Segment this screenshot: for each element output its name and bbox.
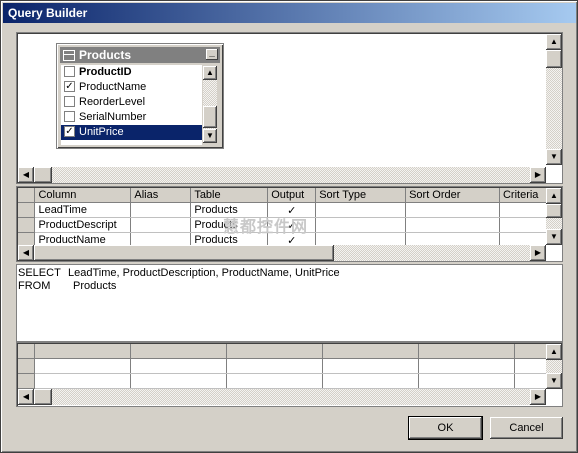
query-builder-window: Query Builder Products _ ProductID ✓ Produ…: [0, 0, 578, 453]
field-checkbox[interactable]: ✓: [64, 126, 75, 137]
sql-select-list: LeadTime, ProductDescription, ProductNam…: [68, 267, 340, 279]
ok-button[interactable]: OK: [408, 416, 483, 440]
grid-cell-sort-order[interactable]: [405, 202, 500, 218]
minimize-table-button[interactable]: _: [206, 48, 218, 60]
results-grid[interactable]: [18, 344, 547, 389]
grid-column-header[interactable]: Column: [34, 188, 132, 203]
sql-from-table: Products: [73, 280, 117, 292]
field-name: ProductID: [79, 66, 132, 78]
field-name: ReorderLevel: [79, 96, 146, 108]
grid-cell-column[interactable]: ProductName: [34, 232, 132, 245]
grid-corner-header: [18, 188, 36, 203]
field-row[interactable]: SerialNumber: [61, 110, 202, 125]
results-vscroll-track[interactable]: [546, 360, 562, 373]
grid-cell-column[interactable]: ProductDescript: [34, 217, 132, 233]
grid-cell-column[interactable]: LeadTime: [34, 202, 132, 218]
grid-scroll-right-button[interactable]: ▶: [530, 245, 546, 261]
grid-row-header[interactable]: [18, 202, 36, 218]
results-scroll-left-button[interactable]: ◀: [18, 389, 34, 405]
field-name: UnitPrice: [79, 126, 124, 138]
field-list-scroll-down-button[interactable]: ▼: [203, 129, 217, 143]
results-scroll-down-button[interactable]: ▼: [546, 373, 562, 389]
table-name: Products: [79, 48, 132, 62]
grid-column-header[interactable]: Alias: [130, 188, 192, 203]
sql-pane[interactable]: SELECT LeadTime, ProductDescription, Pro…: [16, 264, 563, 342]
watermark-logo: 慧都控件网: [223, 213, 308, 237]
diagram-scroll-down-button[interactable]: ▼: [546, 149, 562, 165]
grid-cell-criteria[interactable]: [499, 202, 547, 218]
diagram-vscroll-thumb[interactable]: [546, 50, 562, 68]
grid-cell-sort-type[interactable]: [315, 232, 407, 245]
field-name: SerialNumber: [79, 111, 147, 123]
diagram-hscroll-track[interactable]: [34, 167, 530, 183]
grid-row-header[interactable]: [18, 232, 36, 245]
diagram-hscroll-thumb[interactable]: [34, 167, 52, 183]
grid-column-header[interactable]: Output: [267, 188, 317, 203]
table-box-header[interactable]: Products _: [60, 47, 220, 63]
diagram-scroll-left-button[interactable]: ◀: [18, 167, 34, 183]
grid-scroll-down-button[interactable]: ▼: [546, 229, 562, 245]
grid-row-header[interactable]: [18, 217, 36, 233]
field-row[interactable]: ✓ UnitPrice: [61, 125, 202, 140]
grid-scroll-left-button[interactable]: ◀: [18, 245, 34, 261]
field-checkbox[interactable]: [64, 66, 75, 77]
field-list-scroll-thumb[interactable]: [203, 106, 217, 128]
grid-scroll-up-button[interactable]: ▲: [546, 188, 562, 204]
diagram-scroll-up-button[interactable]: ▲: [546, 34, 562, 50]
results-hscroll-track[interactable]: [34, 389, 530, 405]
sql-from-keyword: FROM: [18, 280, 51, 292]
grid-cell-alias[interactable]: [130, 217, 192, 233]
field-checkbox[interactable]: [64, 96, 75, 107]
grid-column-header[interactable]: Sort Order: [405, 188, 500, 203]
grid-cell-sort-order[interactable]: [405, 217, 500, 233]
grid-cell-sort-type[interactable]: [315, 202, 407, 218]
table-icon: [63, 50, 75, 61]
grid-cell-sort-type[interactable]: [315, 217, 407, 233]
field-list-scroll-up-button[interactable]: ▲: [203, 66, 217, 80]
diagram-scroll-right-button[interactable]: ▶: [530, 167, 546, 183]
field-list[interactable]: ProductID ✓ ProductName ReorderLevel SerialN…: [61, 65, 202, 145]
field-row[interactable]: ReorderLevel: [61, 95, 202, 110]
field-row[interactable]: ProductID: [61, 65, 202, 80]
grid-cell-criteria[interactable]: [499, 217, 547, 233]
grid-cell-sort-order[interactable]: [405, 232, 500, 245]
watermark-text: 慧都控件网: [223, 217, 309, 236]
results-scroll-right-button[interactable]: ▶: [530, 389, 546, 405]
cancel-button[interactable]: Cancel: [490, 417, 563, 439]
sql-select-keyword: SELECT: [18, 267, 61, 279]
grid-cell-alias[interactable]: [130, 232, 192, 245]
grid-vscroll-thumb[interactable]: [546, 204, 562, 218]
grid-cell-alias[interactable]: [130, 202, 192, 218]
results-scroll-up-button[interactable]: ▲: [546, 344, 562, 360]
window-title: Query Builder: [8, 6, 88, 20]
grid-cell-criteria[interactable]: [499, 232, 547, 245]
title-bar: Query Builder: [3, 3, 576, 23]
field-row[interactable]: ✓ ProductName: [61, 80, 202, 95]
grid-column-header[interactable]: Sort Type: [315, 188, 407, 203]
field-name: ProductName: [79, 81, 147, 93]
field-checkbox[interactable]: ✓: [64, 81, 75, 92]
grid-column-header[interactable]: Table: [190, 188, 269, 203]
products-table-box[interactable]: Products _ ProductID ✓ ProductName ReorderL…: [56, 43, 224, 149]
results-hscroll-thumb[interactable]: [34, 389, 52, 405]
grid-hscroll-thumb[interactable]: [34, 245, 334, 261]
grid-column-header[interactable]: Criteria: [499, 188, 547, 203]
field-checkbox[interactable]: [64, 111, 75, 122]
